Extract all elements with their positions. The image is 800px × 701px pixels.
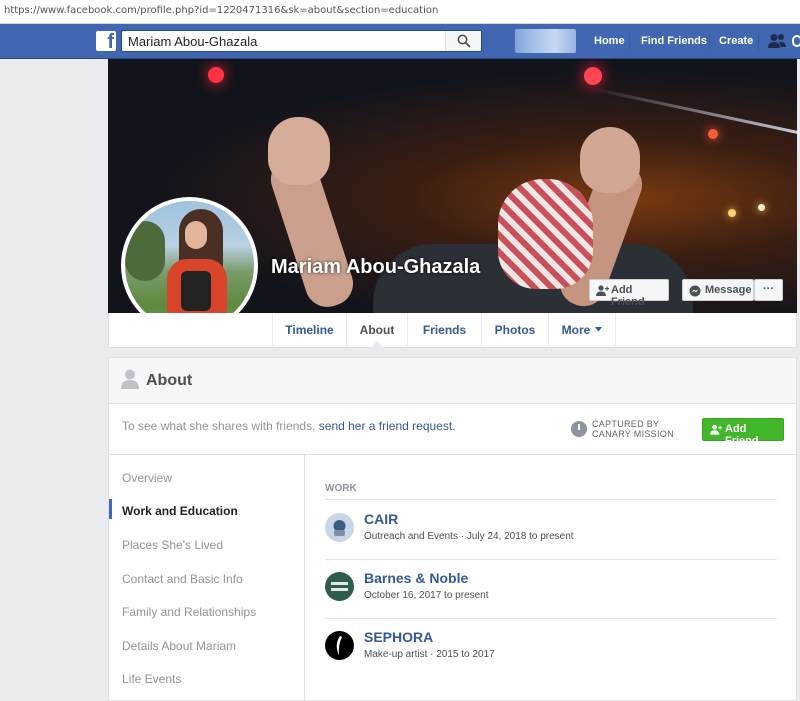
add-friend-button[interactable]: Add Friend <box>589 279 669 308</box>
more-dots-icon: ··· <box>763 283 774 295</box>
tab-friends[interactable]: Friends <box>407 313 481 347</box>
friend-request-notice: To see what she shares with friends, sen… <box>109 405 796 455</box>
about-section: About To see what she shares with friend… <box>108 357 797 701</box>
message-button[interactable]: Message <box>682 279 754 301</box>
person-icon <box>121 369 139 389</box>
add-friend-icon <box>596 285 609 296</box>
cover-figure <box>268 117 330 185</box>
sidebar-item-work-education[interactable]: Work and Education <box>122 504 238 518</box>
nav-divider <box>758 34 759 50</box>
browser-url-bar[interactable]: https://www.facebook.com/profile.php?id=… <box>0 0 800 24</box>
search-icon <box>457 34 471 48</box>
captured-line1: CAPTURED BY <box>592 419 660 429</box>
barnes-noble-logo-icon[interactable] <box>325 572 354 601</box>
sephora-logo-icon[interactable] <box>325 631 354 660</box>
cover-light <box>758 204 765 211</box>
clock-icon <box>571 421 587 437</box>
captured-by-badge: CAPTURED BY CANARY MISSION <box>571 418 691 442</box>
search-button[interactable] <box>445 31 481 51</box>
friend-requests-icon[interactable] <box>768 33 786 49</box>
cover-figure <box>498 179 593 289</box>
cover-light <box>208 67 224 83</box>
nav-divider <box>709 34 710 50</box>
sidebar-item-family[interactable]: Family and Relationships <box>122 605 256 619</box>
sidebar-item-overview[interactable]: Overview <box>122 471 172 485</box>
divider <box>325 499 777 500</box>
captured-line2: CANARY MISSION <box>592 429 674 439</box>
nav-find-friends[interactable]: Find Friends <box>641 35 707 47</box>
profile-photo <box>125 201 254 330</box>
photo-tree <box>125 221 165 281</box>
add-friend-green-label: Add Friend <box>725 423 759 447</box>
search-input[interactable]: Mariam Abou-Ghazala <box>128 34 257 49</box>
work-entry: CAIR Outreach and Events · July 24, 2018… <box>325 511 777 557</box>
sidebar-item-places[interactable]: Places She's Lived <box>122 538 223 552</box>
photo-face <box>185 221 207 249</box>
facebook-logo-icon[interactable]: f <box>96 31 116 53</box>
tab-more[interactable]: More <box>548 313 616 347</box>
photo-shirt-print <box>181 271 211 311</box>
work-detail: Make-up artist · 2015 to 2017 <box>364 649 495 660</box>
work-name[interactable]: Barnes & Noble <box>364 570 468 586</box>
nav-home[interactable]: Home <box>594 35 625 47</box>
send-friend-request-link[interactable]: send her a friend request. <box>319 419 456 433</box>
url-text: https://www.facebook.com/profile.php?id=… <box>4 5 439 16</box>
top-bar: f Mariam Abou-Ghazala Home Find Friends … <box>0 24 800 59</box>
messenger-icon[interactable] <box>792 35 800 47</box>
about-header: About <box>109 358 796 404</box>
profile-tabs: Timeline About Friends Photos More <box>108 313 797 348</box>
add-friend-label: Add Friend <box>611 284 645 308</box>
work-detail: Outreach and Events · July 24, 2018 to p… <box>364 531 574 542</box>
about-sidebar: Overview Work and Education Places She's… <box>109 455 305 701</box>
sidebar-item-contact[interactable]: Contact and Basic Info <box>122 572 243 586</box>
messenger-icon <box>689 285 701 297</box>
divider <box>325 559 777 560</box>
work-name[interactable]: CAIR <box>364 511 398 527</box>
cair-logo-icon[interactable] <box>325 513 354 542</box>
work-section: WORK CAIR Outreach and Events · July 24,… <box>325 455 777 701</box>
work-entry: SEPHORA Make-up artist · 2015 to 2017 <box>325 629 777 675</box>
user-avatar-blurred[interactable] <box>515 29 576 53</box>
cover-light <box>708 129 718 139</box>
work-entry: Barnes & Noble October 16, 2017 to prese… <box>325 570 777 616</box>
nav-create[interactable]: Create <box>719 35 753 47</box>
profile-name[interactable]: Mariam Abou-Ghazala <box>271 254 491 280</box>
work-label: WORK <box>325 483 357 494</box>
cover-figure <box>580 127 640 193</box>
sidebar-item-life-events[interactable]: Life Events <box>122 672 181 686</box>
add-friend-icon <box>710 424 722 435</box>
chevron-down-icon <box>595 327 602 332</box>
add-friend-green-button[interactable]: Add Friend <box>702 418 784 447</box>
nav-divider <box>629 34 630 50</box>
search-box[interactable]: Mariam Abou-Ghazala <box>121 30 482 52</box>
tab-timeline[interactable]: Timeline <box>272 313 346 347</box>
more-options-button[interactable]: ··· <box>754 279 783 301</box>
tab-photos[interactable]: Photos <box>481 313 548 347</box>
message-label: Message <box>705 284 752 296</box>
notice-text: To see what she shares with friends, sen… <box>122 419 456 433</box>
about-title: About <box>146 372 193 389</box>
sidebar-item-details[interactable]: Details About Mariam <box>122 639 236 653</box>
work-detail: October 16, 2017 to present <box>364 590 489 601</box>
cover-light <box>728 209 736 217</box>
cover-light <box>584 67 602 85</box>
divider <box>325 618 777 619</box>
active-indicator <box>109 499 112 519</box>
work-name[interactable]: SEPHORA <box>364 629 433 645</box>
tab-about[interactable]: About <box>346 313 407 348</box>
